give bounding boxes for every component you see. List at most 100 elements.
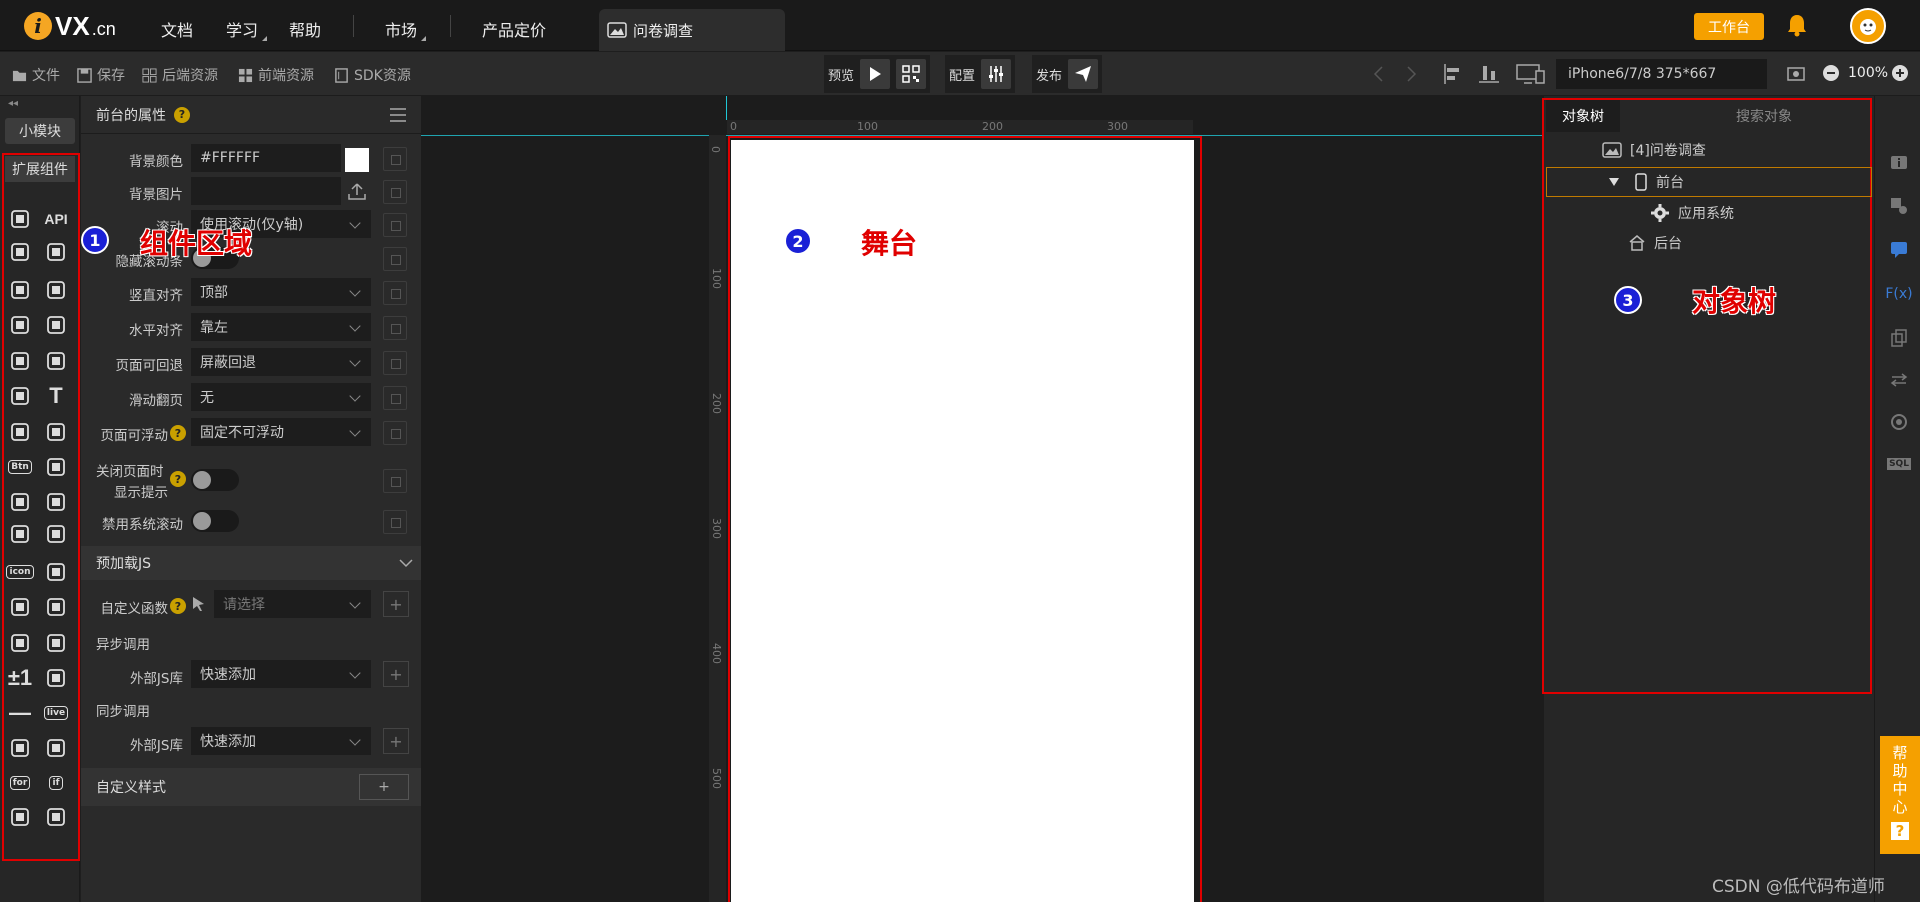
swap-icon[interactable] [1889,370,1909,390]
help-icon[interactable]: ? [170,425,186,441]
preview-qr-button[interactable] [896,59,927,89]
tree-node-app-system[interactable]: 应用系统 [1650,200,1734,226]
page-back-select[interactable]: 屏蔽回退 [191,348,371,376]
settings-icon[interactable] [1889,196,1909,216]
ivx-logo[interactable]: i VX .cn [24,11,116,41]
component-leaf-icon[interactable] [41,628,71,658]
copy-icon[interactable] [383,316,407,340]
copy-icon[interactable] [383,281,407,305]
align-bottom-icon[interactable] [1478,63,1500,85]
help-icon[interactable]: ? [170,598,186,614]
copy-icon[interactable] [383,180,407,204]
component-excel-icon[interactable] [5,592,35,622]
zoom-out-icon[interactable] [1822,64,1840,82]
custom-func-select[interactable]: 请选择 [214,590,371,618]
cursor-pick-icon[interactable] [192,596,206,612]
component-list-icon[interactable] [41,310,71,340]
add-custom-func-button[interactable]: + [383,591,409,617]
component-mixer-icon[interactable] [41,733,71,763]
component-music-icon[interactable] [41,452,71,482]
page-float-select[interactable]: 固定不可浮动 [191,418,371,446]
component-btn-icon[interactable]: Btn [5,452,35,482]
screenshot-icon[interactable] [1786,65,1806,83]
undo-chevron-left-icon[interactable] [1372,65,1386,83]
device-select[interactable]: iPhone6/7/8 375*667 [1556,59,1767,89]
zoom-in-icon[interactable] [1891,64,1909,82]
extjs-async-select[interactable]: 快速添加 [191,660,371,688]
component-t-icon[interactable]: T [41,381,71,411]
file-button[interactable]: 文件 [12,65,60,85]
component-icon-icon[interactable]: icon [5,557,35,587]
sql-icon[interactable]: SQL [1887,454,1911,474]
save-button[interactable]: 保存 [77,65,125,85]
caret-down-icon[interactable] [1608,177,1620,187]
preview-play-button[interactable] [860,59,891,89]
copy-page-icon[interactable] [1889,328,1909,348]
component-for-icon[interactable]: for [5,768,35,798]
copy-icon[interactable] [383,421,407,445]
info-icon[interactable] [1889,154,1909,174]
bg-color-input[interactable]: #FFFFFF [191,144,341,172]
component-text-box-2-icon[interactable] [5,519,35,549]
component-cube-icon[interactable] [5,204,35,234]
close-page-prompt-toggle[interactable] [191,469,239,491]
horizontal-align-select[interactable]: 靠左 [191,313,371,341]
workspace-button[interactable]: 工作台 [1694,13,1764,40]
tree-node-frontend[interactable]: 前台 [1608,169,1684,195]
copy-icon[interactable] [383,510,407,534]
disable-scroll-toggle[interactable] [191,510,239,532]
user-avatar[interactable] [1850,8,1886,44]
component-chart-icon[interactable] [5,802,35,832]
nav-docs[interactable]: 文档 [161,17,193,41]
nav-pricing[interactable]: 产品定价 [482,17,546,41]
nav-market[interactable]: 市场 [385,17,417,41]
preload-js-section[interactable]: 预加载JS [81,546,421,580]
component-upload-icon[interactable] [5,310,35,340]
frontend-resources-button[interactable]: 前端资源 [238,65,314,85]
component-image-icon[interactable] [41,346,71,376]
component-translate-icon[interactable] [5,417,35,447]
small-module-button[interactable]: 小模块 [5,118,75,144]
publish-button[interactable] [1068,59,1099,89]
help-center-button[interactable]: 帮 助 中 心 ? [1880,736,1920,854]
nav-help[interactable]: 帮助 [289,17,321,41]
component-edit-icon[interactable] [41,417,71,447]
component-brush-icon[interactable] [5,628,35,658]
add-extjs-sync-button[interactable]: + [383,728,409,754]
comment-icon[interactable] [1889,240,1909,260]
help-icon[interactable]: ? [170,471,186,487]
component-device-icon[interactable] [5,346,35,376]
redo-chevron-right-icon[interactable] [1404,65,1418,83]
copy-icon[interactable] [383,247,407,271]
config-button[interactable] [981,59,1012,89]
document-tab[interactable]: 问卷调查 [599,9,785,51]
component-download-icon[interactable] [41,275,71,305]
tree-node-backend[interactable]: 后台 [1628,230,1682,256]
bell-icon[interactable] [1786,13,1808,37]
bg-image-input[interactable] [191,177,341,205]
extjs-sync-select[interactable]: 快速添加 [191,727,371,755]
copy-icon[interactable] [383,147,407,171]
add-custom-style-button[interactable]: + [359,774,409,800]
component-ppt-icon[interactable] [41,592,71,622]
component-api-icon[interactable]: API [41,204,71,234]
copy-icon[interactable] [383,213,407,237]
align-left-icon[interactable] [1442,63,1464,85]
component-live-icon[interactable]: live [41,698,71,728]
tree-node-root[interactable]: [4]问卷调查 [1602,137,1706,163]
component-video-icon[interactable] [5,487,35,517]
upload-icon[interactable] [347,181,367,201]
copy-icon[interactable] [383,386,407,410]
function-icon[interactable]: F(x) [1885,284,1912,304]
copy-icon[interactable] [383,351,407,375]
device-monitor-icon[interactable] [1516,63,1546,85]
copy-icon[interactable] [383,469,407,493]
component-qr-icon[interactable] [41,663,71,693]
component-image-2-icon[interactable] [5,381,35,411]
component-text-box-icon[interactable] [41,487,71,517]
component-cloud-mqtt-icon[interactable] [41,237,71,267]
nav-learn[interactable]: 学习 [226,17,258,41]
component-word-icon[interactable] [41,557,71,587]
sdk-resources-button[interactable]: SDK资源 [334,65,411,85]
add-extjs-async-button[interactable]: + [383,661,409,687]
